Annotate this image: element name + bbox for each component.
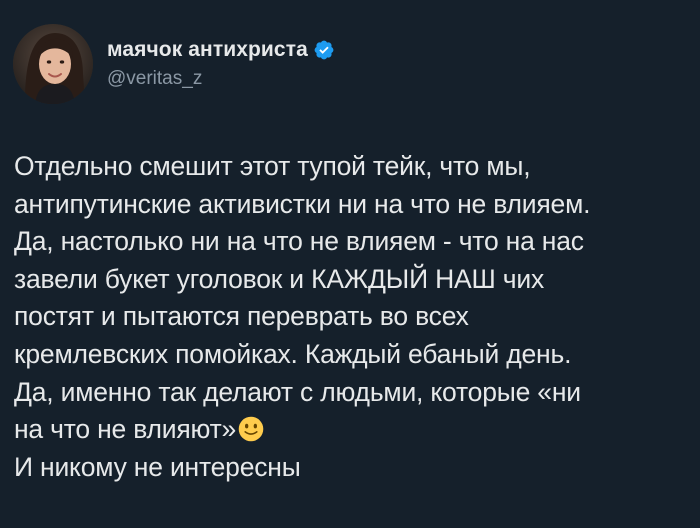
tweet-line-with-emoji: на что не влияют»: [14, 411, 694, 449]
author-display-name[interactable]: маячок антихриста: [107, 38, 308, 62]
tweet-line: Отдельно смешит этот тупой тейк, что мы,: [14, 151, 531, 181]
author-avatar[interactable]: [13, 24, 93, 104]
tweet-header: маячок антихриста @veritas_z: [13, 24, 335, 104]
tweet-line: Да, именно так делают с людьми, которые …: [14, 376, 581, 407]
tweet-line: кремлевских помойках. Каждый ебаный день…: [14, 338, 572, 369]
tweet-line: постят и пытаются переврать во всех: [14, 301, 469, 332]
tweet-line: И никому не интересны: [14, 451, 301, 482]
author-names: маячок антихриста @veritas_z: [107, 38, 335, 90]
tweet-line: антипутинские активистки ни на что не вл…: [14, 188, 591, 219]
tweet-line: на что не влияют»: [14, 414, 237, 445]
verified-badge-icon[interactable]: [313, 39, 335, 61]
tweet-card: маячок антихриста @veritas_z Отдельно см…: [0, 0, 700, 528]
tweet-line: завели букет уголовок и КАЖДЫЙ НАШ чих: [14, 263, 544, 294]
tweet-text: Отдельно смешит этот тупой тейк, что мы,…: [14, 148, 694, 486]
display-name-row: маячок антихриста: [107, 38, 335, 62]
avatar-image: [13, 24, 93, 104]
author-handle[interactable]: @veritas_z: [107, 68, 335, 90]
slightly-smiling-face-icon: [238, 416, 264, 442]
tweet-line: Да, настолько ни на что не влияем - что …: [14, 226, 584, 257]
